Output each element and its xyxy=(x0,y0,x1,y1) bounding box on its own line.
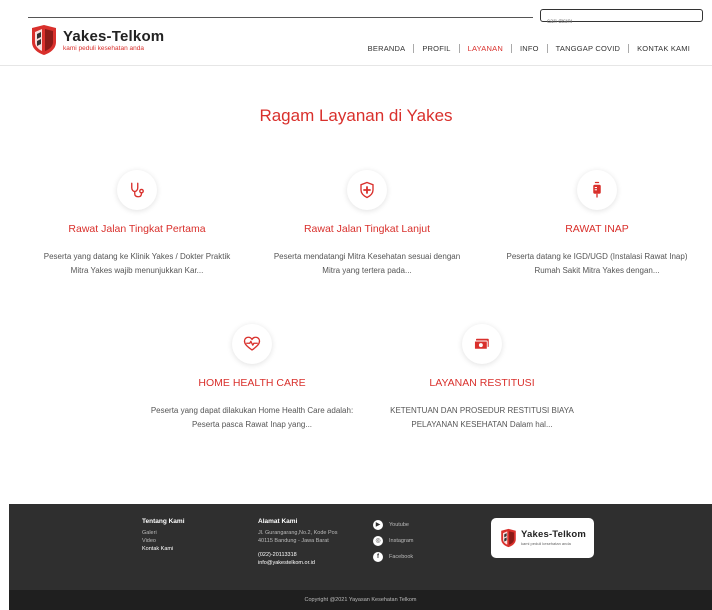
service-card-home-health-care[interactable]: HOME HEALTH CARE Peserta yang dapat dila… xyxy=(142,324,362,432)
footer-link-video[interactable]: Video xyxy=(142,537,185,545)
facebook-icon: f xyxy=(373,552,383,562)
nav-profil[interactable]: PROFIL xyxy=(414,44,458,53)
service-card-rawat-inap[interactable]: RAWAT INAP Peserta datang ke IGD/UGD (In… xyxy=(487,170,707,278)
youtube-icon: ▶ xyxy=(373,520,383,530)
stethoscope-icon xyxy=(131,182,144,198)
brand-name: Yakes-Telkom xyxy=(63,27,165,45)
social-facebook[interactable]: f Facebook xyxy=(373,552,413,562)
service-description: Peserta mendatangi Mitra Kesehatan sesua… xyxy=(273,252,461,275)
yakes-logo-icon xyxy=(501,528,516,548)
service-card-rawat-jalan-lanjut[interactable]: Rawat Jalan Tingkat Lanjut Peserta menda… xyxy=(257,170,477,278)
service-icon-circle xyxy=(577,170,617,210)
service-icon-circle xyxy=(462,324,502,364)
footer-brand-name: Yakes-Telkom xyxy=(521,529,587,540)
shield-cross-icon xyxy=(360,181,374,199)
search-input[interactable] xyxy=(541,16,702,28)
footer-social: ▶ Youtube ◎ Instagram f Facebook xyxy=(373,520,413,568)
service-card-rawat-jalan-pertama[interactable]: Rawat Jalan Tingkat Pertama Peserta yang… xyxy=(27,170,247,278)
footer-link-kontak[interactable]: Kontak Kami xyxy=(142,545,185,553)
footer-address-line1: Jl. Gurangarang,No.2, Kode Pos xyxy=(258,530,338,536)
service-title[interactable]: Rawat Jalan Tingkat Lanjut xyxy=(257,223,477,235)
nav-beranda[interactable]: BERANDA xyxy=(360,44,414,53)
social-instagram[interactable]: ◎ Instagram xyxy=(373,536,413,546)
footer-about: Tentang Kami Galeri Video Kontak Kami xyxy=(142,518,185,553)
instagram-icon: ◎ xyxy=(373,536,383,546)
nav-info[interactable]: INFO xyxy=(512,44,547,53)
brand-tagline: kami peduli kesehatan anda xyxy=(63,44,144,52)
footer-phone: (022)-20113318 xyxy=(258,552,297,558)
footer-link-galeri[interactable]: Galeri xyxy=(142,529,185,537)
iv-bag-icon xyxy=(593,181,601,198)
yakes-logo-icon xyxy=(32,25,56,55)
footer-copyright: Copyright @2021 Yayasan Kesehatan Telkom xyxy=(9,590,712,610)
service-description: Peserta yang dapat dilakukan Home Health… xyxy=(150,406,354,429)
service-icon-circle xyxy=(232,324,272,364)
service-icon-circle xyxy=(347,170,387,210)
service-card-layanan-restitusi[interactable]: LAYANAN RESTITUSI KETENTUAN DAN PROSEDUR… xyxy=(372,324,592,432)
footer-logo[interactable]: Yakes-Telkom kami peduli kesehatan anda xyxy=(491,518,594,558)
footer-address-title: Alamat Kami xyxy=(258,518,298,525)
service-title[interactable]: HOME HEALTH CARE xyxy=(142,377,362,389)
service-icon-circle xyxy=(117,170,157,210)
nav-tanggap-covid[interactable]: TANGGAP COVID xyxy=(548,44,628,53)
social-youtube[interactable]: ▶ Youtube xyxy=(373,520,413,530)
service-description: Peserta datang ke IGD/UGD (Instalasi Raw… xyxy=(506,252,688,275)
service-title[interactable]: LAYANAN RESTITUSI xyxy=(372,377,592,389)
site-footer: Tentang Kami Galeri Video Kontak Kami Al… xyxy=(9,504,712,590)
header-divider xyxy=(28,17,533,18)
site-logo[interactable]: Yakes-Telkom kami peduli kesehatan anda xyxy=(30,24,164,56)
site-header: Yakes-Telkom kami peduli kesehatan anda … xyxy=(0,0,712,66)
footer-about-title: Tentang Kami xyxy=(142,518,185,525)
search-box[interactable] xyxy=(540,9,703,28)
service-title[interactable]: Rawat Jalan Tingkat Pertama xyxy=(27,223,247,235)
social-youtube-label: Youtube xyxy=(389,522,409,528)
service-description: Peserta yang datang ke Klinik Yakes / Do… xyxy=(43,252,231,275)
service-description: KETENTUAN DAN PROSEDUR RESTITUSI BIAYA P… xyxy=(390,406,574,429)
footer-address: Alamat Kami Jl. Gurangarang,No.2, Kode P… xyxy=(258,518,338,567)
footer-brand-tagline: kami peduli kesehatan anda xyxy=(521,541,571,546)
social-instagram-label: Instagram xyxy=(389,538,414,544)
heart-pulse-icon xyxy=(243,336,261,351)
money-icon xyxy=(474,338,489,350)
nav-layanan[interactable]: LAYANAN xyxy=(460,44,511,53)
nav-kontak-kami[interactable]: KONTAK KAMI xyxy=(629,44,698,53)
social-facebook-label: Facebook xyxy=(389,554,414,560)
page-title: Ragam Layanan di Yakes xyxy=(259,106,453,125)
footer-address-line2: 40115 Bandung - Jawa Barat xyxy=(258,538,329,544)
service-title[interactable]: RAWAT INAP xyxy=(487,223,707,235)
main-nav: BERANDA PROFIL LAYANAN INFO TANGGAP COVI… xyxy=(360,44,698,53)
footer-email[interactable]: info@yakestelkom.or.id xyxy=(258,559,338,567)
